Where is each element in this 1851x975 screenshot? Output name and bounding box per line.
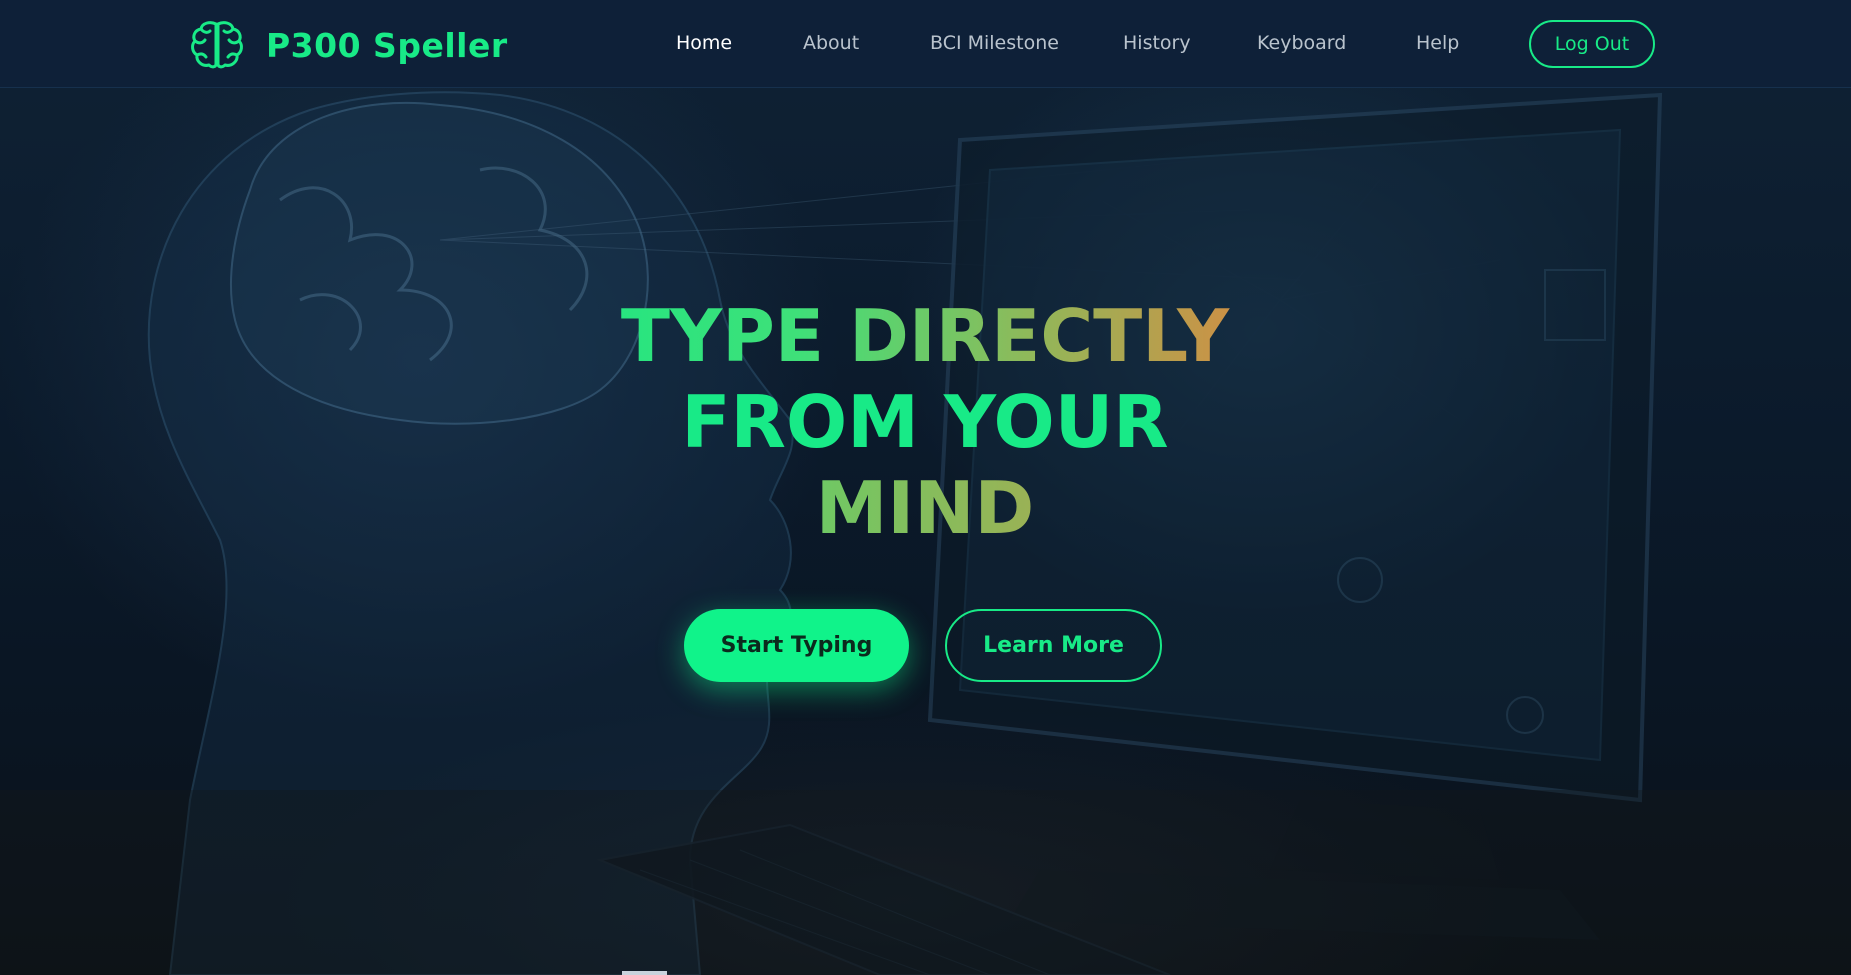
hero-title-line-3: MIND (500, 465, 1350, 551)
hero-title: TYPE DIRECTLY FROM YOUR MIND (500, 293, 1350, 551)
nav-link-keyboard[interactable]: Keyboard (1257, 32, 1346, 54)
nav-link-bci-milestone[interactable]: BCI Milestone (930, 32, 1059, 54)
nav-link-history[interactable]: History (1123, 32, 1191, 54)
nav-link-help[interactable]: Help (1416, 32, 1459, 54)
logout-button[interactable]: Log Out (1529, 20, 1655, 68)
learn-more-button[interactable]: Learn More (945, 609, 1162, 682)
nav-link-home[interactable]: Home (676, 32, 732, 54)
hero-title-line-2: FROM YOUR (681, 380, 1169, 464)
landing-page: P300 Speller Home About BCI Milestone Hi… (0, 0, 1851, 975)
scroll-indicator (622, 971, 667, 975)
start-typing-button[interactable]: Start Typing (684, 609, 909, 682)
top-navbar: P300 Speller Home About BCI Milestone Hi… (0, 0, 1851, 88)
nav-link-about[interactable]: About (803, 32, 859, 54)
hero-title-line-1: TYPE DIRECTLY (500, 293, 1350, 379)
